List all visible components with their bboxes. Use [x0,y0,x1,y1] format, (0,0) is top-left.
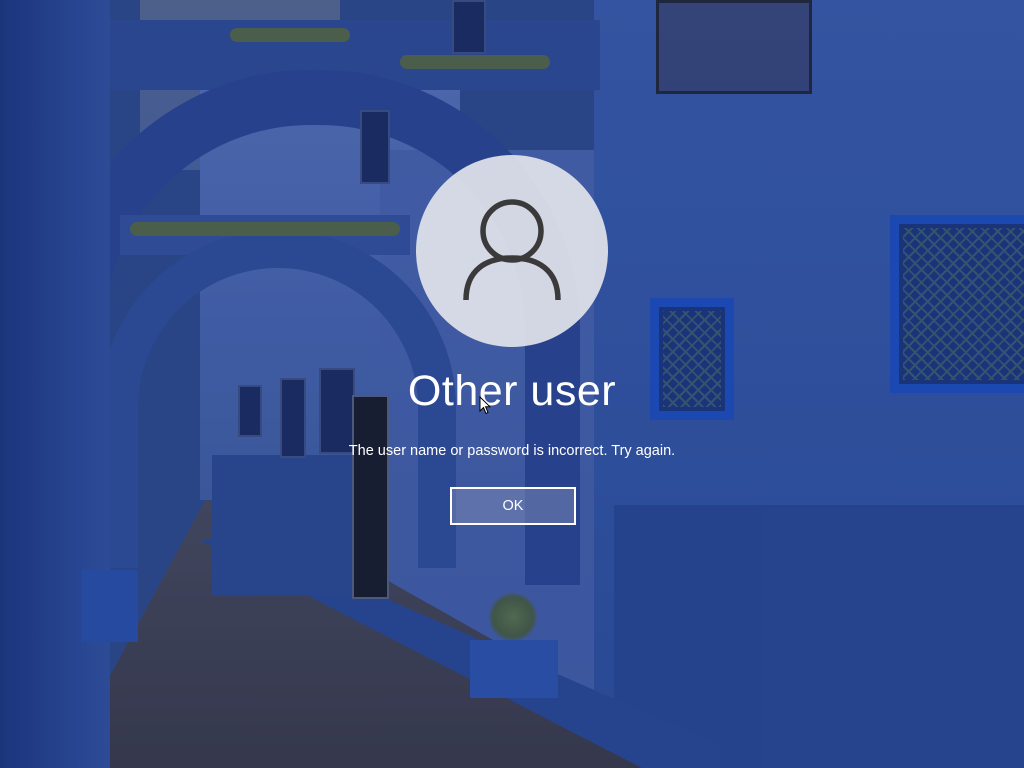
ok-button[interactable]: OK [450,487,576,525]
user-name: Other user [407,367,617,415]
user-avatar [416,155,608,347]
mouse-pointer-icon [479,396,491,415]
login-panel: Other user The user name or password is … [0,0,1024,768]
error-message: The user name or password is incorrect. … [348,443,676,459]
user-icon [463,199,561,301]
